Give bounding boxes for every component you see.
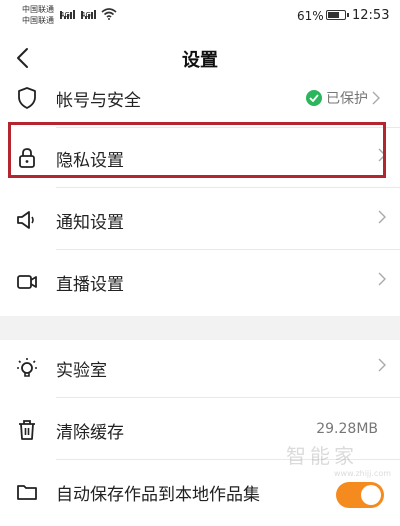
carrier-1: 中国联通 xyxy=(22,5,54,14)
chevron-right-icon xyxy=(378,148,386,162)
chevron-right-icon xyxy=(378,272,386,286)
wifi-icon xyxy=(101,8,117,20)
carrier-labels: 中国联通 中国联通 xyxy=(22,4,54,26)
trash-icon xyxy=(15,418,39,442)
settings-row-label: 实验室 xyxy=(56,361,107,381)
cache-size: 29.28MB xyxy=(316,421,378,437)
section-separator xyxy=(0,316,400,340)
lightbulb-icon xyxy=(15,356,39,380)
settings-row-label: 隐私设置 xyxy=(56,151,124,171)
settings-row-live[interactable]: 直播设置 xyxy=(0,252,400,312)
settings-row-label: 通知设置 xyxy=(56,213,124,233)
settings-row-label: 直播设置 xyxy=(56,275,124,295)
signal-strength-icon: 4G xyxy=(81,10,96,19)
row-divider xyxy=(56,187,400,188)
protected-status: 已保护 xyxy=(306,88,380,108)
folder-icon xyxy=(15,480,39,504)
row-divider xyxy=(56,397,400,398)
carrier-2: 中国联通 xyxy=(22,16,54,25)
video-camera-icon xyxy=(15,270,39,294)
chevron-right-icon xyxy=(378,358,386,372)
settings-row-label: 清除缓存 xyxy=(56,423,124,443)
signal-type-1: 4G xyxy=(60,11,70,19)
settings-row-clear-cache[interactable]: 清除缓存 29.28MB xyxy=(0,400,400,460)
settings-row-autosave[interactable]: 自动保存作品到本地作品集 xyxy=(0,462,400,522)
signal-type-2: 4G xyxy=(81,11,91,19)
protected-status-text: 已保护 xyxy=(326,91,368,107)
row-divider xyxy=(56,459,400,460)
status-bar: 中国联通 中国联通 4G 4G 61% 12:53 xyxy=(0,0,400,34)
battery-percent: 61% xyxy=(297,9,324,23)
lock-icon xyxy=(15,146,39,170)
signal-strength-icon: 4G xyxy=(60,10,75,19)
settings-row-label: 帐号与安全 xyxy=(56,91,141,111)
check-circle-icon xyxy=(306,90,322,106)
battery-icon xyxy=(326,10,349,20)
clock: 12:53 xyxy=(352,8,390,23)
settings-row-notifications[interactable]: 通知设置 xyxy=(0,190,400,250)
speaker-icon xyxy=(15,208,39,232)
settings-row-lab[interactable]: 实验室 xyxy=(0,338,400,398)
chevron-right-icon xyxy=(378,210,386,224)
row-divider xyxy=(56,249,400,250)
settings-row-label: 自动保存作品到本地作品集 xyxy=(56,485,260,505)
signal-indicators: 4G 4G xyxy=(60,10,96,19)
autosave-toggle[interactable] xyxy=(336,482,384,508)
chevron-right-icon xyxy=(372,91,380,105)
settings-row-privacy[interactable]: 隐私设置 xyxy=(0,128,400,188)
shield-icon xyxy=(15,86,39,110)
